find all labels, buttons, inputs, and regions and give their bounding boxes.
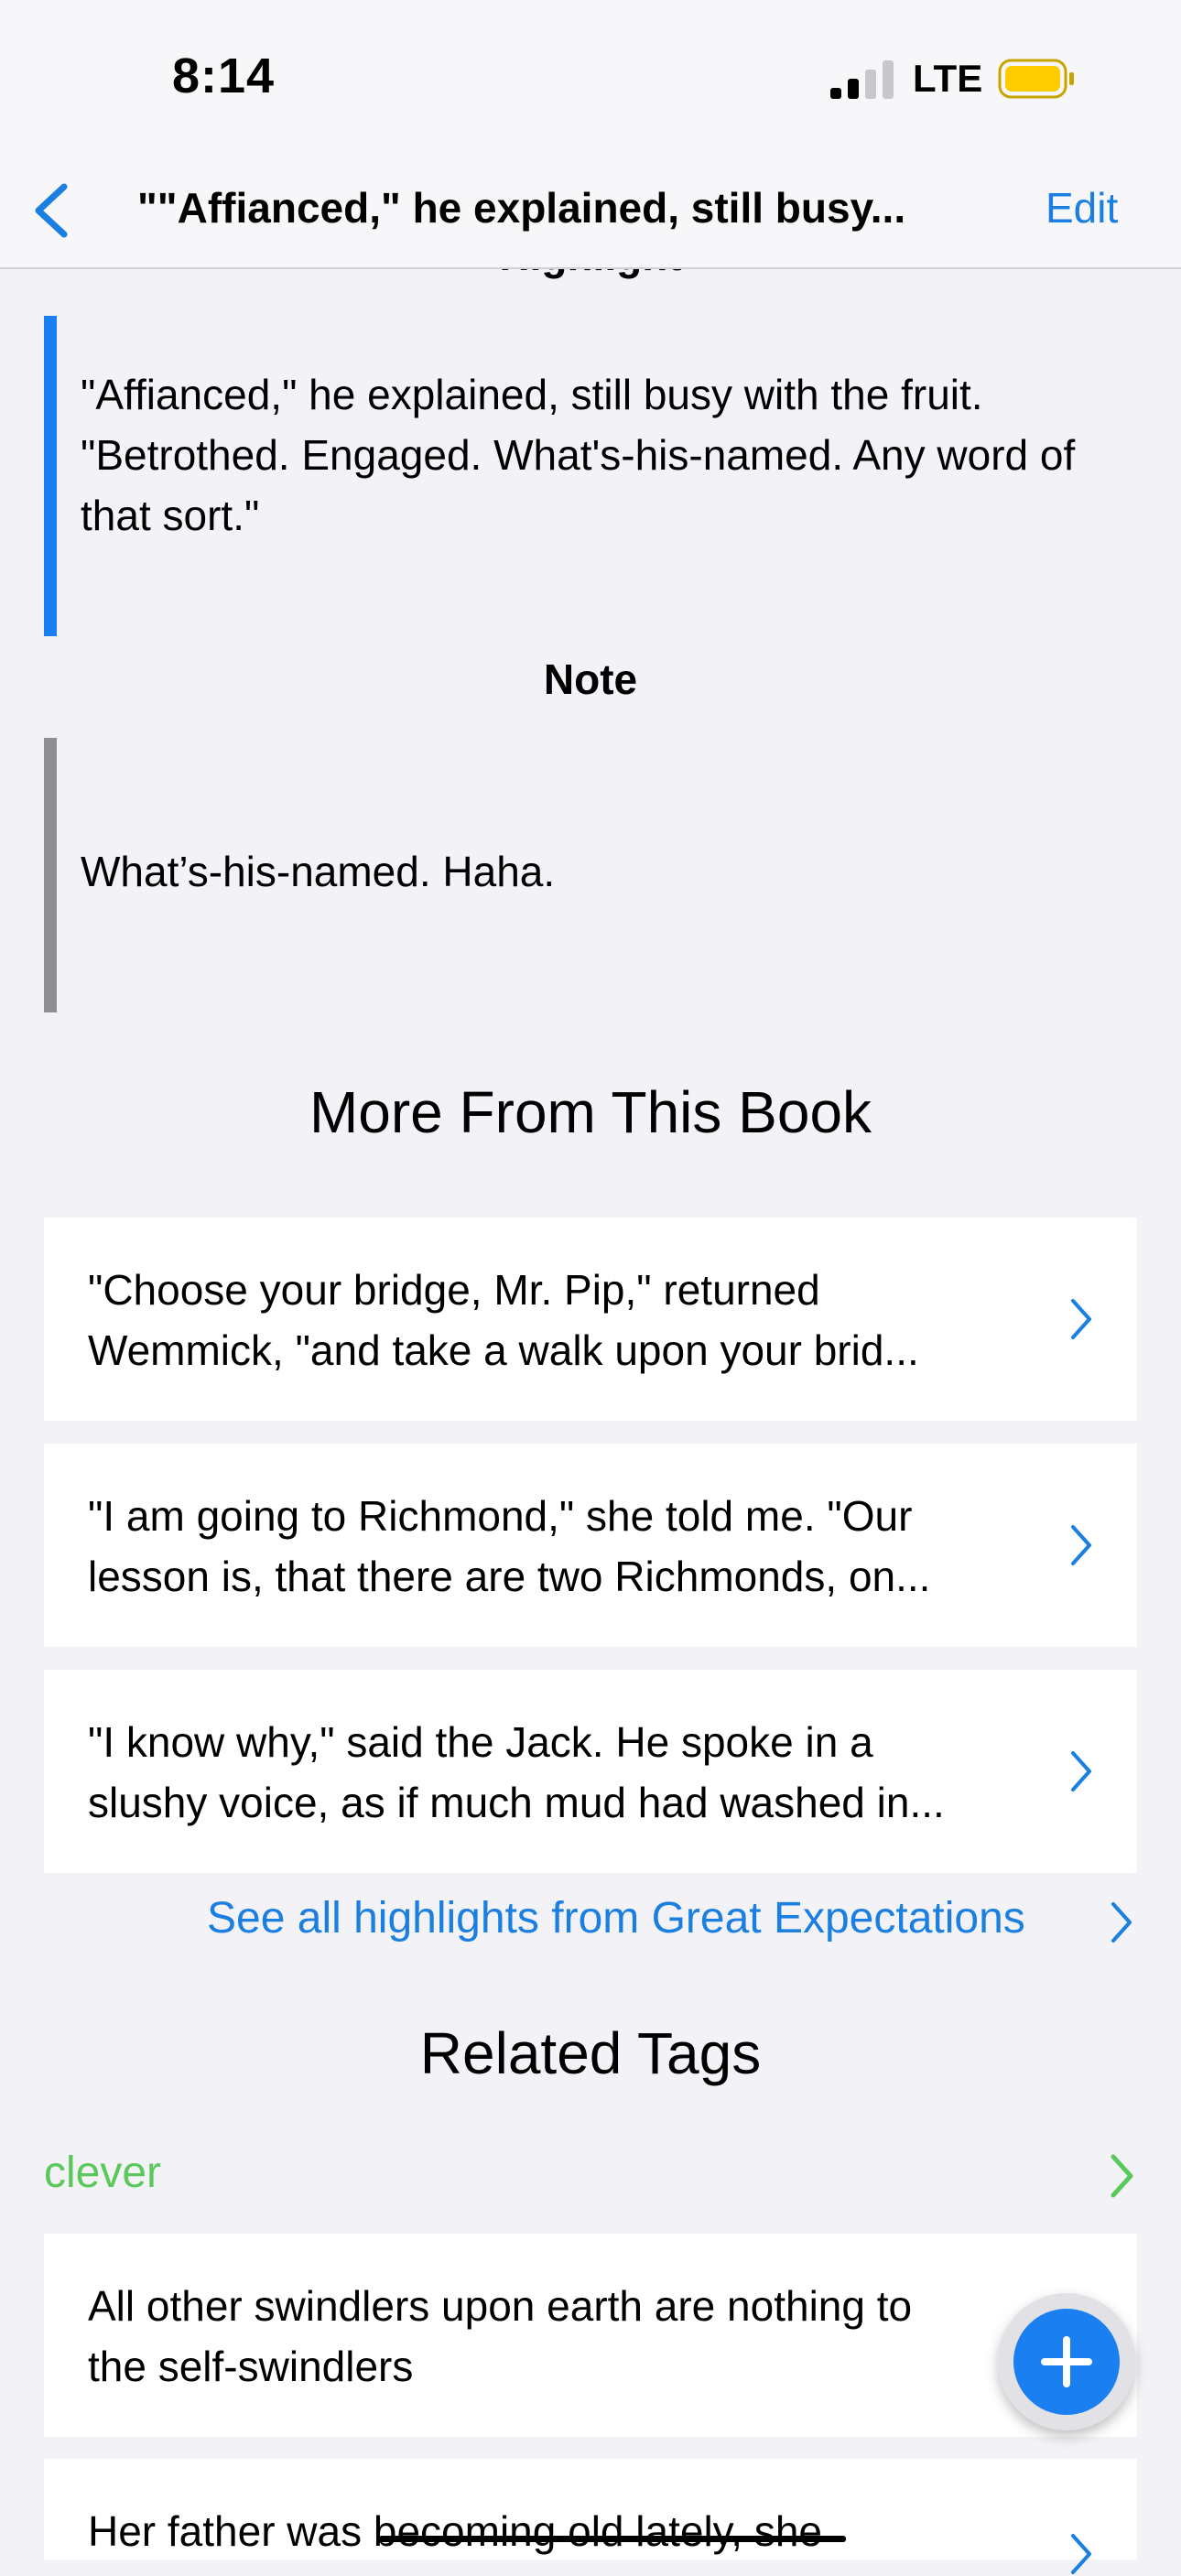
card-text: "I am going to Richmond," she told me. "… [88,1486,1031,1607]
status-bar: 8:14 LTE [0,0,1181,156]
chevron-right-icon[interactable] [1110,1900,1133,1944]
chevron-right-icon [1071,1751,1091,1791]
chevron-right-icon [1071,2534,1091,2574]
related-tags-title: Related Tags [419,2020,762,2086]
tagged-highlight-card[interactable]: All other swindlers upon earth are nothi… [44,2234,1137,2437]
see-all-highlights-link[interactable]: See all highlights from Great Expectatio… [207,1893,1025,1943]
network-type: LTE [913,57,983,100]
card-text-line: slushy voice, as if much mud had washed … [88,1779,945,1826]
book-highlight-card[interactable]: "I am going to Richmond," she told me. "… [44,1444,1137,1647]
more-from-book-title: More From This Book [309,1079,872,1145]
card-text-line: All other swindlers upon earth are nothi… [88,2282,913,2330]
tagged-highlight-card[interactable]: Her father was becoming old lately, she [44,2459,1137,2574]
chevron-right-icon[interactable] [1110,2153,1135,2199]
battery-icon [998,59,1074,99]
note-heading: Note [543,655,638,703]
card-text: "Choose your bridge, Mr. Pip," returned … [88,1260,1031,1380]
add-button[interactable] [998,2293,1135,2430]
card-text-line: lesson is, that there are two Richmonds,… [88,1553,931,1600]
add-button-circle [1013,2309,1120,2415]
note-text: What’s-his-named. Haha. [81,848,556,895]
tag-clever[interactable]: clever [44,2148,161,2198]
nav-bar: ""Affianced," he explained, still busy..… [0,156,1181,269]
chevron-right-icon [1071,1525,1091,1565]
card-text-line: "Choose your bridge, Mr. Pip," returned [88,1266,820,1314]
card-text: All other swindlers upon earth are nothi… [88,2276,1031,2397]
back-chevron-icon[interactable] [31,181,71,240]
book-highlight-card[interactable]: "I know why," said the Jack. He spoke in… [44,1670,1137,1873]
edit-button[interactable]: Edit [1046,183,1118,233]
card-text-line: the self-swindlers [88,2343,414,2390]
card-text-line: "I am going to Richmond," she told me. "… [88,1492,913,1540]
nav-title: ""Affianced," he explained, still busy..… [137,184,906,232]
book-highlight-card[interactable]: "Choose your bridge, Mr. Pip," returned … [44,1218,1137,1421]
status-time: 8:14 [172,49,276,103]
card-text: "I know why," said the Jack. He spoke in… [88,1712,1031,1833]
highlight-color-bar [44,316,57,636]
card-text: Her father was becoming old lately, she [88,2501,1031,2561]
cellular-signal-icon [830,60,894,99]
card-text-line: Her father was becoming old lately, she [88,2507,822,2555]
chevron-right-icon [1071,1299,1091,1339]
plus-icon [1041,2336,1092,2387]
note-color-bar [44,738,57,1012]
card-text-line: "I know why," said the Jack. He spoke in… [88,1718,873,1766]
card-text-line: Wemmick, "and take a walk upon your brid… [88,1326,919,1374]
home-indicator [379,2536,846,2542]
highlight-text: "Affianced," he explained, still busy wi… [81,371,1076,539]
